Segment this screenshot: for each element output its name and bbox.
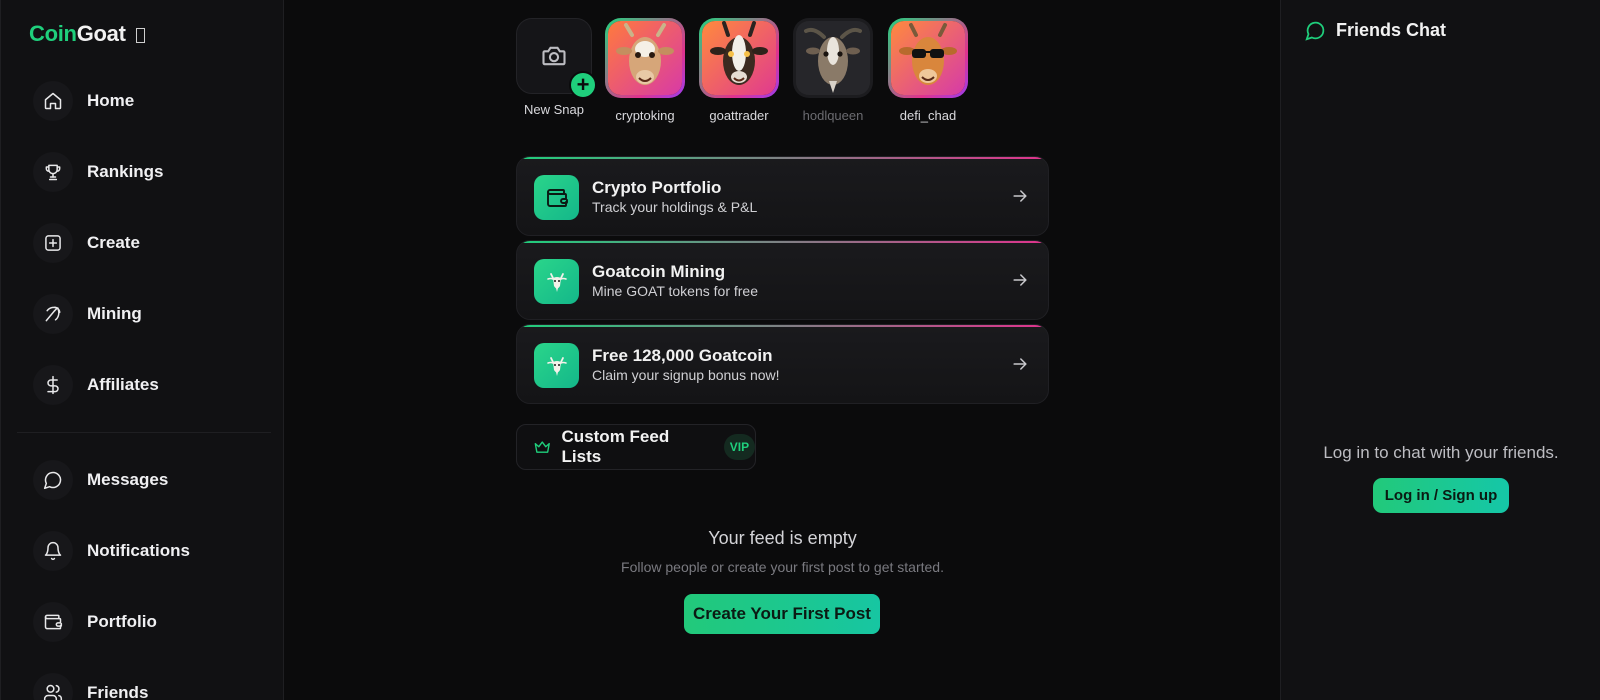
- story-name: New Snap: [524, 102, 584, 117]
- custom-feed-lists-button[interactable]: Custom Feed Lists VIP: [516, 424, 756, 470]
- plus-icon: +: [569, 71, 597, 99]
- goat-avatar: [796, 21, 870, 95]
- chat-bubble-icon: [1305, 21, 1325, 41]
- sidebar-item-create[interactable]: Create: [33, 222, 140, 264]
- pickaxe-icon: [33, 294, 73, 334]
- create-first-post-button[interactable]: Create Your First Post: [684, 594, 880, 634]
- card-title: Goatcoin Mining: [592, 262, 726, 281]
- bell-icon: [33, 531, 73, 571]
- empty-feed-title: Your feed is empty: [708, 528, 857, 548]
- sidebar-item-mining[interactable]: Mining: [33, 293, 142, 335]
- sidebar-item-label: Home: [87, 91, 135, 110]
- sidebar-item-friends[interactable]: Friends: [33, 672, 148, 700]
- camera-icon: [542, 46, 566, 66]
- goat-avatar: [702, 21, 776, 95]
- goat-avatar: [608, 21, 682, 95]
- login-signup-button[interactable]: Log in / Sign up: [1373, 478, 1509, 513]
- story-name: goattrader: [709, 108, 769, 123]
- story-name: cryptoking: [615, 108, 675, 123]
- chat-title: Friends Chat: [1336, 20, 1447, 40]
- users-icon: [33, 673, 73, 700]
- card-subtitle: Claim your signup bonus now!: [592, 367, 780, 383]
- brand-coin-text: Coin: [29, 21, 77, 46]
- sidebar-item-messages[interactable]: Messages: [33, 459, 168, 501]
- sidebar-item-label: Create: [87, 233, 140, 252]
- friends-chat-panel: Friends Chat Log in to chat with your fr…: [1280, 0, 1600, 700]
- arrow-right-icon: [1013, 190, 1027, 202]
- new-snap-story[interactable]: + New Snap: [513, 18, 597, 117]
- chat-login-message: Log in to chat with your friends.: [1323, 443, 1559, 462]
- custom-feed-lists-label: Custom Feed Lists: [561, 427, 670, 466]
- card-subtitle: Mine GOAT tokens for free: [592, 283, 758, 299]
- crypto-portfolio-card[interactable]: Crypto Portfolio Track your holdings & P…: [516, 156, 1049, 236]
- dollar-icon: [33, 365, 73, 405]
- brand-glyph-icon: [135, 27, 145, 43]
- sidebar-item-label: Affiliates: [87, 375, 159, 394]
- sidebar-divider: [17, 432, 271, 433]
- brand-goat-text: Goat: [76, 21, 126, 46]
- free-goatcoin-card[interactable]: Free 128,000 Goatcoin Claim your signup …: [516, 324, 1049, 404]
- chat-bubble-icon: [33, 460, 73, 500]
- vip-badge: VIP: [723, 434, 756, 460]
- brand-logo[interactable]: CoinGoat: [29, 21, 145, 47]
- trophy-icon: [33, 152, 73, 192]
- story-avatar-frame: [793, 18, 873, 98]
- arrow-right-icon: [1013, 274, 1027, 286]
- story-name: defi_chad: [899, 108, 957, 123]
- story-cryptoking[interactable]: cryptoking: [604, 18, 686, 123]
- sidebar-item-notifications[interactable]: Notifications: [33, 530, 190, 572]
- sidebar-item-rankings[interactable]: Rankings: [33, 151, 164, 193]
- sidebar-item-label: Mining: [87, 304, 142, 323]
- sidebar-item-label: Notifications: [87, 541, 190, 560]
- goat-avatar: [891, 21, 965, 95]
- sidebar-item-label: Rankings: [87, 162, 164, 181]
- sidebar-item-affiliates[interactable]: Affiliates: [33, 364, 159, 406]
- arrow-right-icon: [1013, 358, 1027, 370]
- sidebar-item-home[interactable]: Home: [33, 80, 134, 122]
- left-sidebar: CoinGoat Home Rankings Create Mining Aff…: [0, 0, 284, 700]
- new-snap-button[interactable]: +: [516, 18, 597, 99]
- crown-icon: [534, 440, 550, 453]
- story-avatar-frame: [888, 18, 968, 98]
- wallet-icon: [33, 602, 73, 642]
- sidebar-item-label: Portfolio: [87, 612, 157, 631]
- wallet-icon: [534, 175, 579, 220]
- sidebar-item-label: Friends: [87, 683, 149, 700]
- chat-header: Friends Chat: [1305, 20, 1446, 41]
- story-avatar-frame: [699, 18, 779, 98]
- story-name: hodlqueen: [802, 108, 864, 123]
- goat-icon: [534, 259, 579, 304]
- card-title: Free 128,000 Goatcoin: [592, 346, 773, 365]
- sidebar-item-label: Messages: [87, 470, 169, 489]
- plus-square-icon: [33, 223, 73, 263]
- story-defi-chad[interactable]: defi_chad: [887, 18, 969, 123]
- story-avatar-frame: [605, 18, 685, 98]
- home-icon: [33, 81, 73, 121]
- goatcoin-mining-card[interactable]: Goatcoin Mining Mine GOAT tokens for fre…: [516, 240, 1049, 320]
- card-subtitle: Track your holdings & P&L: [592, 199, 758, 215]
- card-title: Crypto Portfolio: [592, 178, 722, 197]
- goat-icon: [534, 343, 579, 388]
- sidebar-item-portfolio[interactable]: Portfolio: [33, 601, 157, 643]
- story-hodlqueen[interactable]: hodlqueen: [792, 18, 874, 123]
- empty-feed-subtitle: Follow people or create your first post …: [621, 559, 944, 575]
- story-goattrader[interactable]: goattrader: [698, 18, 780, 123]
